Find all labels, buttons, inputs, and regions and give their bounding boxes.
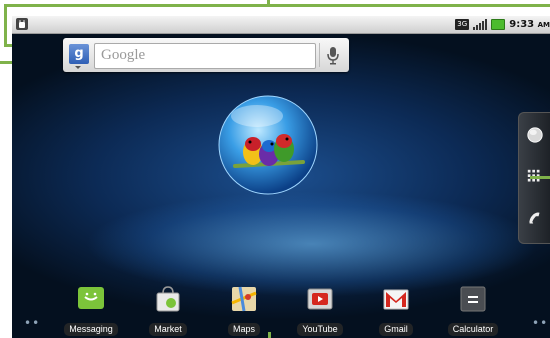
callout-line [530,176,550,179]
voice-search-button[interactable] [319,43,346,67]
search-input[interactable] [95,44,317,67]
android-notification-icon[interactable] [15,17,29,31]
maps-icon [231,286,257,312]
app-calculator[interactable]: Calculator [441,285,505,336]
gmail-icon [383,289,409,310]
wallpaper-orb-birds [218,95,318,195]
market-bag-icon [156,286,180,312]
signal-strength-icon [473,19,488,30]
globe-icon [527,127,543,143]
network-3g-icon: 3G [455,19,470,30]
clock: 9:33 AM [509,19,550,30]
app-label: Gmail [379,323,413,336]
phone-button[interactable] [519,201,550,237]
calculator-icon [460,286,486,312]
app-gmail[interactable]: Gmail [364,285,428,336]
app-label: Calculator [447,323,499,336]
app-label: Maps [227,323,260,336]
browser-button[interactable] [519,117,550,153]
chevron-down-icon [75,66,81,69]
callout-line [268,332,271,338]
messaging-icon [78,287,104,309]
phone-icon [529,212,540,224]
home-screen: 3G 9:33 AM g Google •• •• Messaging Mark… [12,16,550,338]
clock-ampm: AM [537,21,550,29]
clock-time: 9:33 [509,19,535,30]
app-market[interactable]: Market [136,285,200,336]
page-indicator-right: •• [532,316,549,330]
google-search-widget: g [63,38,349,72]
search-field[interactable] [94,43,317,69]
app-label: YouTube [297,323,343,336]
callout-line [4,4,550,7]
google-logo-button[interactable]: g [69,44,89,64]
app-messaging[interactable]: Messaging [59,285,123,336]
callout-line [4,4,7,46]
screenshot-frame: 3G 9:33 AM g Google •• •• Messaging Mark… [0,0,550,338]
app-youtube[interactable]: YouTube [288,285,352,336]
app-maps[interactable]: Maps [212,285,276,336]
status-bar: 3G 9:33 AM [12,16,550,34]
battery-icon [491,19,506,30]
app-label: Messaging [64,323,118,336]
youtube-icon [307,288,333,310]
page-indicator-left: •• [24,316,41,330]
app-label: Market [149,323,187,336]
microphone-icon [327,47,339,65]
